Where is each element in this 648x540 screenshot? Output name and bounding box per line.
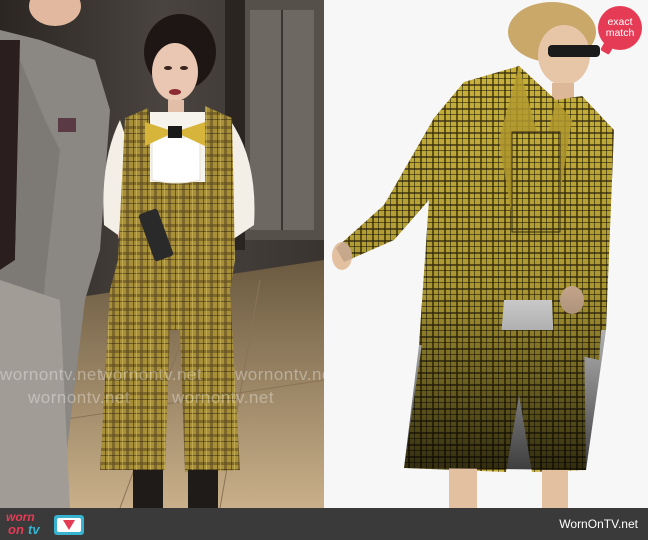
footer-bar: worn on tv WornOnTV.net — [0, 508, 648, 540]
badge-line2: match — [605, 27, 635, 39]
site-url[interactable]: WornOnTV.net — [559, 517, 638, 531]
logo-on-text: on — [8, 522, 24, 537]
product-photo — [324, 0, 648, 508]
tv-still-photo: wornontv.net wornontv.net wornontv.net w… — [0, 0, 324, 508]
product-illustration — [324, 0, 648, 508]
watermark-text: wornontv.net — [0, 365, 103, 384]
exact-match-badge: exact match — [598, 6, 642, 50]
tv-icon — [54, 515, 84, 535]
tv-still-illustration — [0, 0, 324, 508]
watermark-text: wornontv.net — [28, 388, 131, 407]
wornontv-logo[interactable]: worn on tv — [6, 510, 84, 537]
logo-tv-text: tv — [28, 522, 40, 537]
watermark-text: wornontv.net — [172, 388, 275, 407]
watermark-text: wornontv.net — [235, 365, 324, 384]
watermark-text: wornontv.net — [100, 365, 203, 384]
